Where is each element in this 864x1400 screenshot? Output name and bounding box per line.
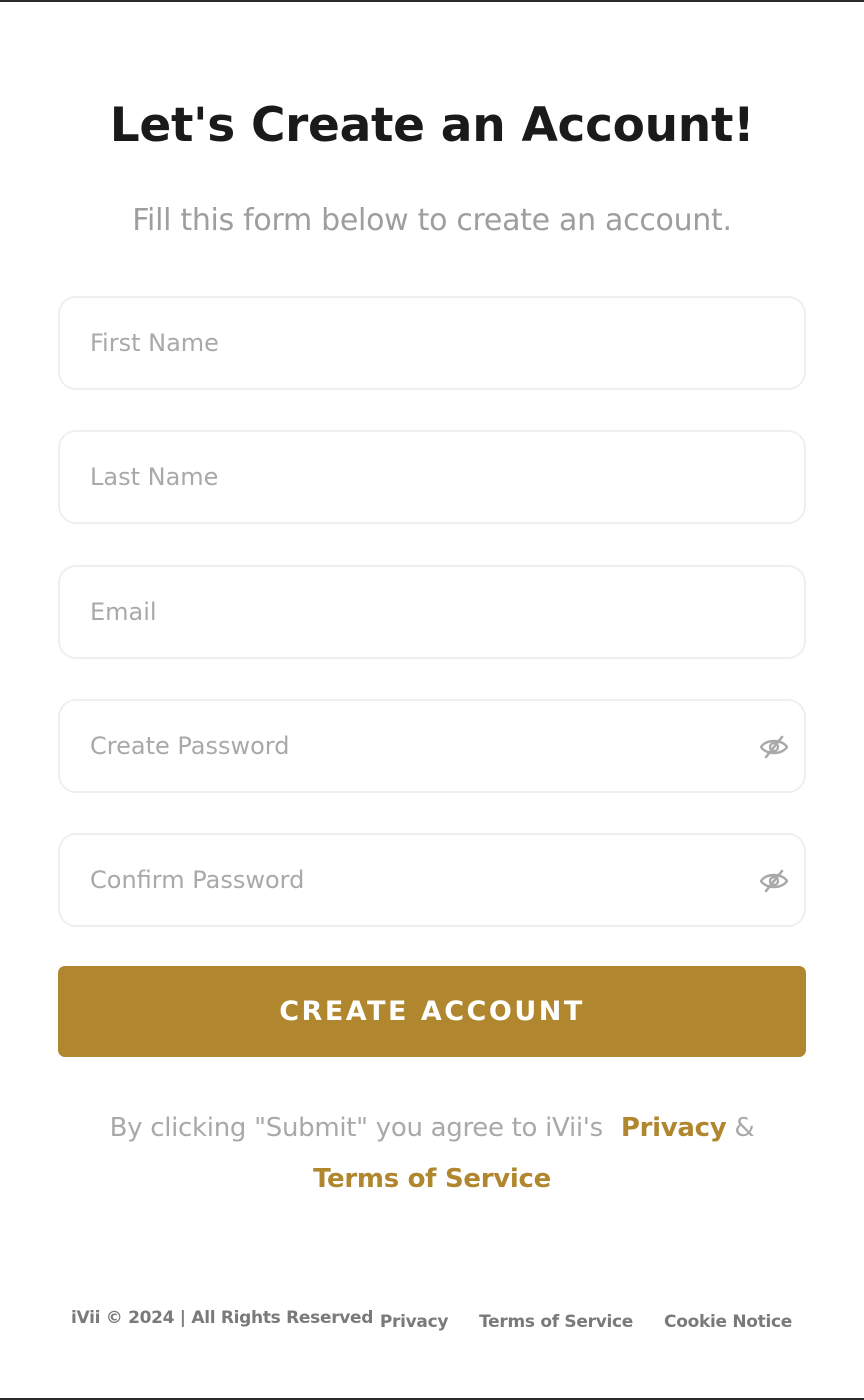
confirm-password-input[interactable] [90,835,730,925]
last-name-input[interactable] [90,432,730,522]
footer-terms-link[interactable]: Terms of Service [479,1312,633,1332]
footer-cookie-notice-link[interactable]: Cookie Notice [664,1312,792,1332]
first-name-input[interactable] [90,298,730,388]
eye-slash-icon[interactable] [758,867,790,895]
agreement-prefix: By clicking "Submit" you agree to iVii's [109,1113,604,1143]
footer-privacy-link[interactable]: Privacy [380,1312,449,1332]
first-name-field-container [58,296,806,390]
agreement-conjunction: & [734,1113,755,1143]
confirm-password-field-container [58,833,806,927]
email-input[interactable] [90,567,730,657]
eye-slash-icon[interactable] [758,733,790,761]
page-title: Let's Create an Account! [109,98,755,153]
agreement-privacy-link[interactable]: Privacy [621,1113,727,1143]
page-subtitle: Fill this form below to create an accoun… [132,203,732,238]
create-account-button[interactable]: CREATE ACCOUNT [58,966,806,1057]
footer-copyright: iVii © 2024 | All Rights Reserved [71,1308,374,1328]
agreement-terms-link[interactable]: Terms of Service [313,1164,551,1194]
create-password-input[interactable] [90,701,730,791]
last-name-field-container [58,430,806,524]
create-password-field-container [58,699,806,793]
email-field-container [58,565,806,659]
agreement-text: By clicking "Submit" you agree to iVii's… [0,1103,864,1205]
footer-links: Privacy Terms of Service Cookie Notice [380,1312,792,1332]
